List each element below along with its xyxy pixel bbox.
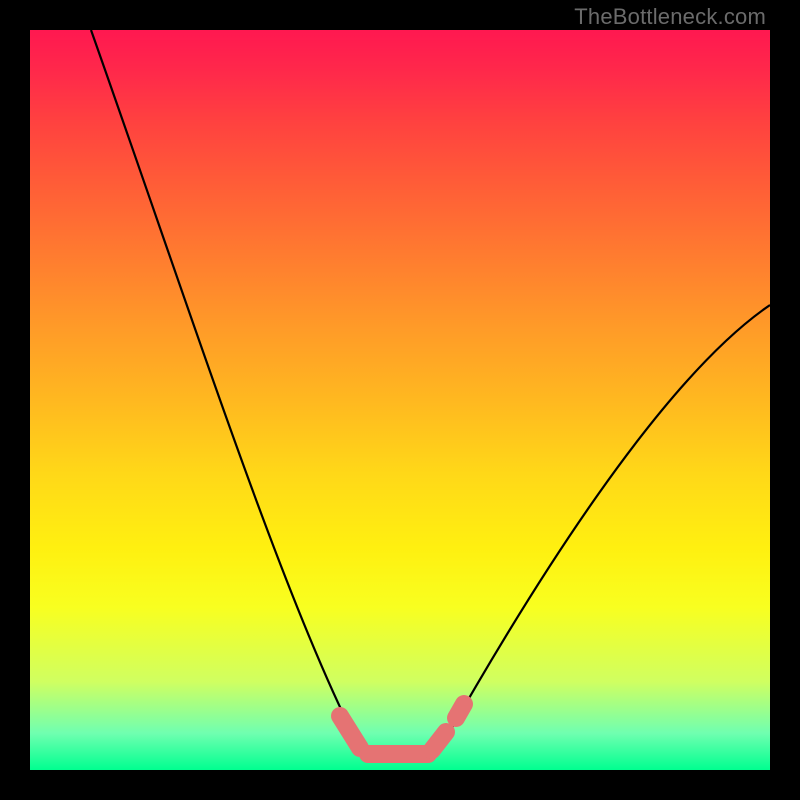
watermark-text: TheBottleneck.com (574, 4, 766, 30)
curve-left (91, 30, 355, 738)
plot-svg (30, 30, 770, 770)
bottom-marker-left (340, 716, 360, 748)
plot-gradient-area (30, 30, 770, 770)
chart-frame: TheBottleneck.com (0, 0, 800, 800)
bottom-marker-right-low (432, 732, 446, 750)
curve-right (445, 305, 770, 740)
bottom-marker-right-high (456, 704, 464, 718)
